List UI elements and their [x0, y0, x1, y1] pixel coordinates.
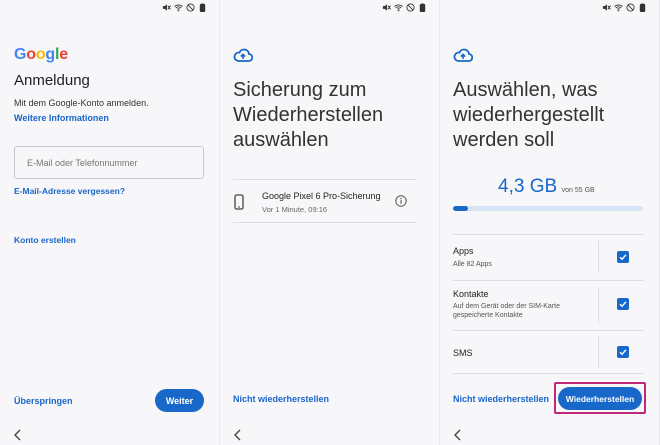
divider	[453, 234, 644, 235]
restore-button-highlight	[554, 382, 646, 414]
back-icon[interactable]	[12, 428, 24, 442]
page-title: Auswählen, was wiederhergestellt werden …	[453, 79, 605, 151]
divider	[598, 287, 599, 323]
divider	[598, 336, 599, 368]
more-info-link[interactable]: Weitere Informationen	[14, 113, 109, 123]
wifi-icon	[614, 4, 623, 11]
status-bar	[382, 1, 427, 13]
do-not-disturb-icon	[186, 2, 195, 12]
checkbox-checked-icon	[619, 301, 627, 308]
option-label: SMS	[453, 348, 473, 358]
checkbox-sms[interactable]	[617, 346, 629, 358]
page-title: Sicherung zum Wiederherstellen auswählen	[233, 79, 384, 151]
back-icon[interactable]	[452, 428, 464, 442]
checkbox-checked-icon	[619, 349, 627, 356]
mute-icon	[602, 3, 611, 11]
status-bar	[162, 1, 207, 13]
option-sub: Auf dem Gerät oder der SIM-Karte gespeic…	[453, 303, 560, 319]
screens-container: Google Anmeldung Mit dem Google-Konto an…	[0, 0, 660, 445]
cloud-upload-icon	[233, 48, 253, 62]
battery-icon	[639, 2, 646, 12]
status-bar	[602, 1, 647, 13]
cloud-upload-icon	[453, 48, 473, 62]
divider	[598, 241, 599, 273]
google-sign-in-screen: Google Anmeldung Mit dem Google-Konto an…	[0, 0, 219, 445]
backup-name: Google Pixel 6 Pro-Sicherung	[262, 191, 381, 201]
backup-time: Vor 1 Minute, 09:16	[262, 205, 328, 214]
checkbox-contacts[interactable]	[617, 298, 629, 310]
option-label: Kontakte	[453, 289, 489, 299]
google-logo: Google	[14, 46, 68, 63]
restore-size-total: von 55 GB	[561, 187, 595, 194]
page-title: Anmeldung	[14, 72, 90, 89]
checkbox-apps[interactable]	[617, 251, 629, 263]
divider	[453, 373, 644, 374]
email-field[interactable]	[14, 146, 204, 179]
wifi-icon	[174, 4, 183, 11]
mute-icon	[162, 3, 171, 11]
sign-in-subtitle: Mit dem Google-Konto anmelden.	[14, 98, 149, 108]
back-icon[interactable]	[232, 428, 244, 442]
divider	[453, 330, 644, 331]
dont-restore-button[interactable]: Nicht wiederherstellen	[233, 394, 329, 404]
create-account-link[interactable]: Konto erstellen	[14, 235, 76, 245]
battery-icon	[199, 2, 206, 12]
divider	[233, 222, 417, 223]
restore-size-value: 4,3 GB	[498, 176, 558, 197]
do-not-disturb-icon	[626, 2, 635, 12]
mute-icon	[382, 3, 391, 11]
dont-restore-button[interactable]: Nicht wiederherstellen	[453, 394, 549, 404]
forgot-email-link[interactable]: E-Mail-Adresse vergessen?	[14, 186, 125, 196]
option-label: Apps	[453, 246, 474, 256]
phone-icon	[234, 194, 244, 210]
divider	[233, 179, 417, 180]
checkbox-checked-icon	[619, 254, 627, 261]
select-restore-items-screen: Auswählen, was wiederhergestellt werden …	[440, 0, 659, 445]
do-not-disturb-icon	[406, 2, 415, 12]
skip-button[interactable]: Überspringen	[14, 396, 73, 406]
info-icon[interactable]	[395, 195, 407, 207]
storage-progress-fill	[453, 206, 468, 211]
storage-progress-bar	[453, 206, 643, 211]
battery-icon	[419, 2, 426, 12]
divider	[453, 280, 644, 281]
option-sub: Alle 82 Apps	[453, 261, 492, 268]
wifi-icon	[394, 4, 403, 11]
next-button[interactable]: Weiter	[155, 389, 204, 412]
restore-size: 4,3 GB von 55 GB	[498, 176, 595, 198]
select-backup-screen: Sicherung zum Wiederherstellen auswählen…	[220, 0, 439, 445]
